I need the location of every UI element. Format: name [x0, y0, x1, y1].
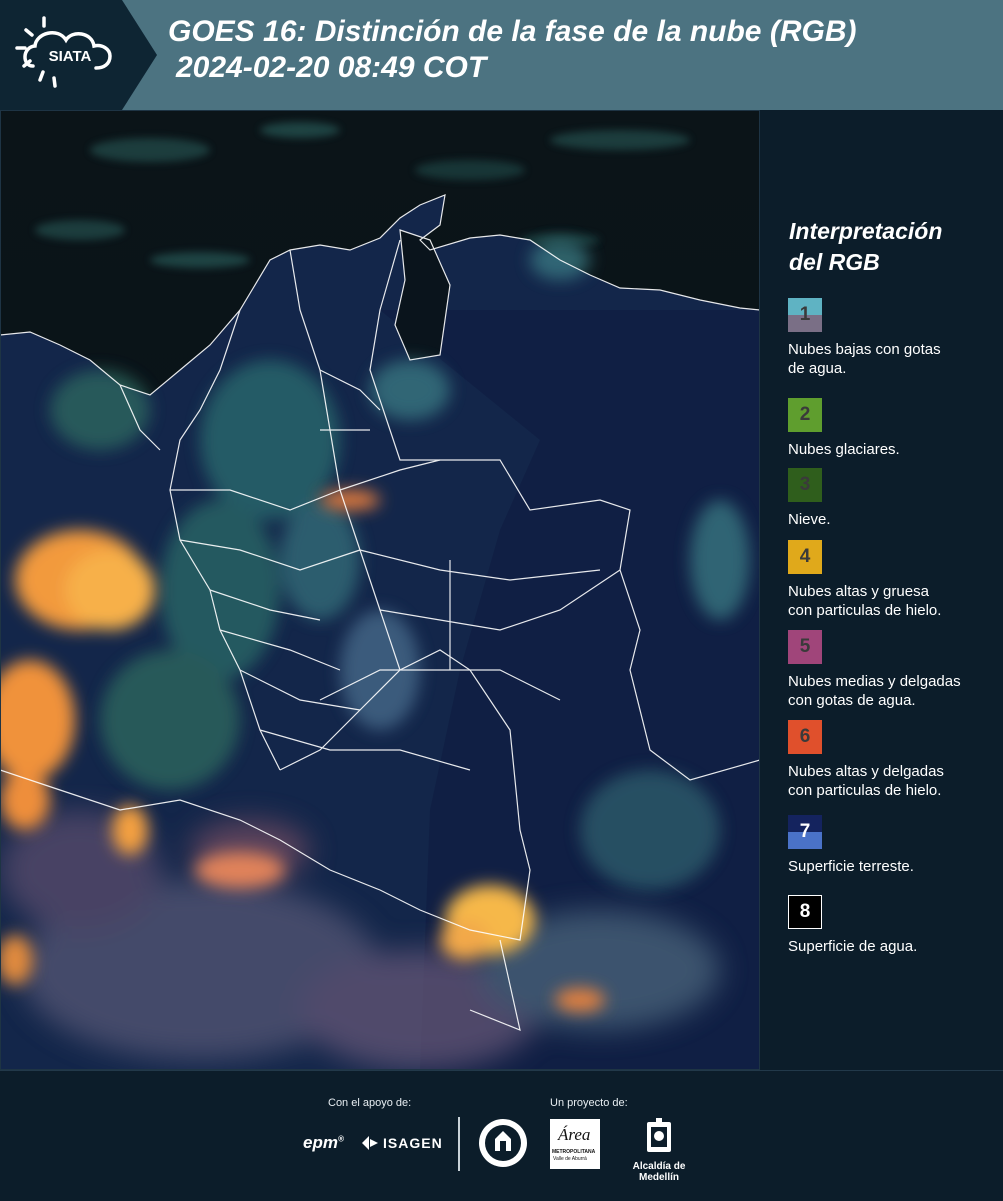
legend-item: 8 Superficie de agua. — [788, 895, 998, 956]
siata-logo: SIATA — [0, 0, 157, 110]
legend-label-line-2: con gotas de agua. — [788, 692, 916, 709]
legend-title-line-1: Interpretación — [789, 218, 943, 244]
project-label: Un proyecto de: — [550, 1097, 628, 1109]
legend-item: 3 Nieve. — [788, 468, 998, 529]
legend-label-line-1: Nubes medias y delgadas — [788, 673, 961, 690]
legend-swatch: 8 — [788, 895, 822, 929]
legend-swatch: 7 — [788, 815, 822, 849]
legend-swatch: 5 — [788, 630, 822, 664]
legend-label: Superficie de agua. — [788, 937, 998, 956]
legend-label-line-2: de agua. — [788, 360, 847, 377]
legend-label-line-1: Nubes altas y delgadas — [788, 763, 944, 780]
isagen-logo: ISAGEN — [360, 1134, 443, 1152]
legend-item: 7 Superficie terreste. — [788, 815, 998, 876]
footer: Con el apoyo de: Un proyecto de: epm® IS… — [0, 1070, 1003, 1201]
legend-label-line-1: Nubes glaciares. — [788, 441, 900, 458]
legend-swatch-number: 5 — [799, 636, 811, 657]
legend-item: 1 Nubes bajas con gotas de agua. — [788, 298, 998, 378]
alcaldia-logo: Alcaldía de Medellín — [613, 1118, 705, 1183]
legend-swatch-number: 7 — [799, 821, 811, 842]
legend-swatch-number: 3 — [799, 474, 811, 495]
legend-label-line-1: Superficie terreste. — [788, 858, 914, 875]
legend-swatch-number: 8 — [799, 901, 811, 922]
legend-title: Interpretación del RGB — [789, 216, 942, 278]
legend-label-line-1: Superficie de agua. — [788, 938, 918, 955]
legend-title-line-2: del RGB — [789, 249, 880, 275]
legend-label: Nubes medias y delgadas con gotas de agua… — [788, 672, 998, 710]
legend-label: Nubes altas y gruesa con particulas de hi… — [788, 582, 998, 620]
alcaldia-shield-icon — [647, 1118, 671, 1152]
legend-swatch: 6 — [788, 720, 822, 754]
legend-swatch-number: 4 — [799, 546, 811, 567]
legend-label-line-2: con particulas de hielo. — [788, 782, 942, 799]
page-title: GOES 16: Distinción de la fase de la nub… — [168, 14, 856, 86]
legend-swatch: 3 — [788, 468, 822, 502]
epm-logo: epm® — [303, 1133, 344, 1152]
area-text-2: Valle de Aburrá — [553, 1156, 587, 1162]
legend-label-line-1: Nieve. — [788, 511, 831, 528]
legend-swatch: 4 — [788, 540, 822, 574]
legend-label-line-1: Nubes altas y gruesa — [788, 583, 929, 600]
footer-divider — [458, 1117, 460, 1171]
isagen-logo-text: ISAGEN — [383, 1135, 443, 1151]
legend-item: 6 Nubes altas y delgadas con particulas de… — [788, 720, 998, 800]
legend-swatch: 1 — [788, 298, 822, 332]
title-timestamp: 2024-02-20 08:49 COT — [176, 51, 487, 84]
area-text-1: METROPOLITANA — [552, 1149, 596, 1155]
legend-label: Nubes bajas con gotas de agua. — [788, 340, 998, 378]
legend-swatch-number: 6 — [799, 726, 811, 747]
legend-swatch-number: 1 — [799, 304, 811, 325]
satellite-rgb-map — [0, 110, 760, 1070]
siata-logo-text: SIATA — [49, 48, 92, 65]
support-label: Con el apoyo de: — [328, 1097, 412, 1109]
epm-logo-text: epm — [303, 1133, 338, 1152]
area-metropolitana-logo: Área METROPOLITANA Valle de Aburrá — [550, 1119, 600, 1169]
isagen-icon — [362, 1136, 378, 1150]
area-script: Área — [558, 1125, 591, 1144]
legend-panel: Interpretación del RGB 1 Nubes bajas con … — [760, 110, 1003, 1070]
title-line-1: GOES 16: Distinción de la fase de la nub… — [168, 15, 857, 48]
alcaldia-text: Alcaldía de Medellín — [632, 1161, 686, 1183]
legend-swatch-number: 2 — [799, 404, 811, 425]
legend-item: 2 Nubes glaciares. — [788, 398, 998, 459]
legend-item: 5 Nubes medias y delgadas con gotas de agu… — [788, 630, 998, 710]
legend-label-line-1: Nubes bajas con gotas — [788, 341, 941, 358]
legend-swatch: 2 — [788, 398, 822, 432]
legend-label: Nubes altas y delgadas con particulas de … — [788, 762, 998, 800]
gobernacion-seal — [477, 1117, 529, 1174]
legend-label: Nieve. — [788, 510, 998, 529]
header-bar: SIATA GOES 16: Distinción de la fase de … — [0, 0, 1003, 110]
legend-label-line-2: con particulas de hielo. — [788, 602, 942, 619]
legend-label: Nubes glaciares. — [788, 440, 998, 459]
legend-label: Superficie terreste. — [788, 857, 998, 876]
legend-item: 4 Nubes altas y gruesa con particulas de h… — [788, 540, 998, 620]
